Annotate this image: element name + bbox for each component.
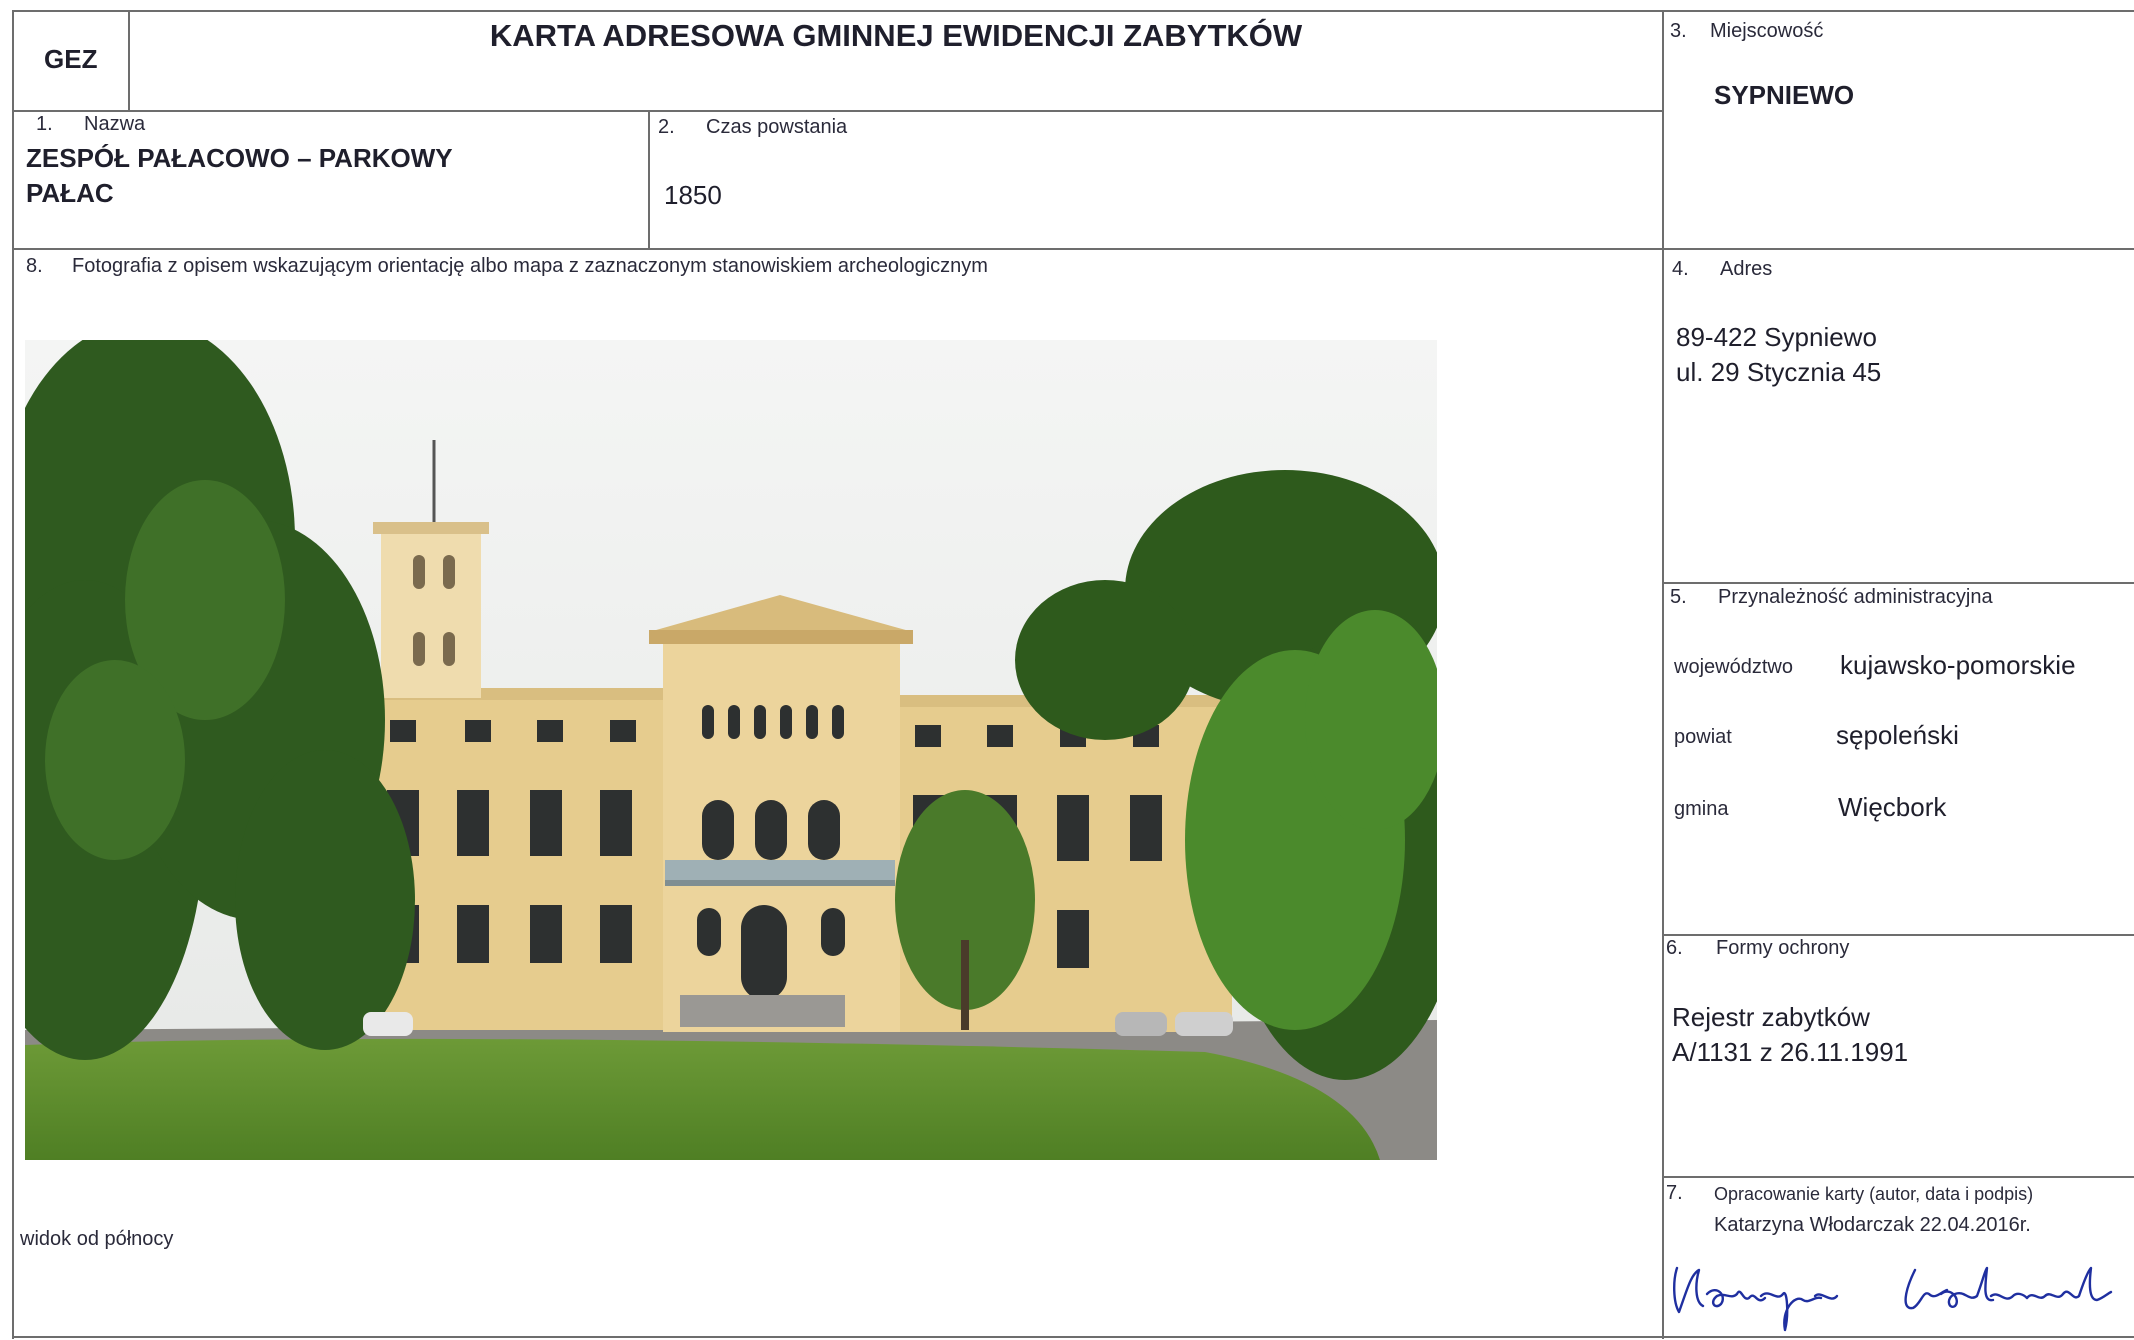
author-name-date: Katarzyna Włodarczak 22.04.2016r. (1714, 1214, 2031, 1236)
card-title: KARTA ADRESOWA GMINNEJ EWIDENCJI ZABYTKÓ… (489, 18, 1303, 53)
address-line-2: ul. 29 Stycznia 45 (1676, 357, 1882, 387)
address-line-1: 89-422 Sypniewo (1676, 322, 1877, 352)
field-4-number: 4. (1672, 258, 1689, 280)
name-line-1: ZESPÓŁ PAŁACOWO – PARKOWY (26, 143, 453, 173)
name-date-divider (648, 110, 650, 248)
field-8-label: Fotografia z opisem wskazującym orientac… (72, 255, 988, 277)
header-bottom-line (12, 110, 1664, 112)
field-1-number: 1. (36, 113, 53, 135)
handwritten-signature (1665, 1250, 2125, 1335)
date-value: 1850 (664, 180, 722, 210)
row2-bottom-line (12, 248, 2134, 250)
field-1-label: Nazwa (84, 113, 146, 135)
place-value: SYPNIEWO (1714, 80, 1855, 110)
field-7-label: Opracowanie karty (autor, data i podpis) (1714, 1184, 2034, 1204)
field-2-number: 2. (658, 116, 675, 138)
author-top-line (1662, 1176, 2134, 1178)
field-4-label: Adres (1720, 258, 1773, 280)
field-2-label: Czas powstania (706, 116, 848, 138)
photo-caption: widok od północy (20, 1228, 174, 1250)
admin-key-voivodeship: województwo (1674, 656, 1793, 678)
field-6-label: Formy ochrony (1716, 937, 1850, 959)
admin-value-voivodeship: kujawsko-pomorskie (1840, 650, 2076, 680)
admin-value-county: sępoleński (1836, 720, 1959, 750)
admin-top-line (1662, 582, 2134, 584)
protection-line-2: A/1131 z 26.11.1991 (1672, 1037, 1909, 1067)
admin-value-commune: Więcbork (1838, 792, 1947, 822)
gez-code: GEZ (44, 44, 98, 74)
field-5-label: Przynależność administracyjna (1718, 586, 1993, 608)
palace-photo (25, 340, 1437, 1160)
admin-key-commune: gmina (1674, 798, 1729, 820)
left-border (12, 10, 14, 1339)
field-5-number: 5. (1670, 586, 1687, 608)
bottom-border (12, 1336, 2134, 1338)
field-8-number: 8. (26, 255, 43, 277)
right-column-divider (1662, 10, 1664, 1339)
field-3-number: 3. (1670, 20, 1687, 42)
protection-line-1: Rejestr zabytków (1672, 1002, 1870, 1032)
field-6-number: 6. (1666, 937, 1683, 959)
field-3-label: Miejscowość (1710, 20, 1824, 42)
top-border (12, 10, 2134, 12)
heritage-address-card: GEZ KARTA ADRESOWA GMINNEJ EWIDENCJI ZAB… (0, 0, 2134, 1339)
protection-top-line (1662, 934, 2134, 936)
name-line-2: PAŁAC (26, 178, 114, 208)
admin-key-county: powiat (1674, 726, 1732, 748)
field-7-number: 7. (1666, 1182, 1683, 1204)
